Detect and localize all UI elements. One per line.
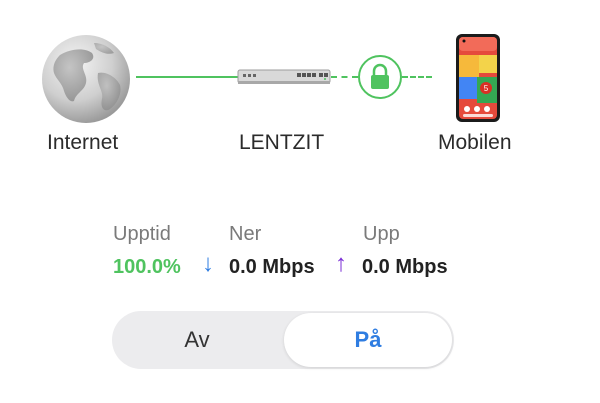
phone-badge-text: 5	[484, 84, 489, 93]
up-arrow-icon: ↑	[335, 250, 347, 277]
up-label: Upp	[363, 223, 400, 245]
internet-label: Internet	[47, 131, 119, 154]
power-toggle[interactable]: Av På	[112, 311, 454, 369]
lock-icon	[371, 63, 389, 89]
uptime-label: Upptid	[113, 223, 171, 245]
down-arrow-icon: ↓	[202, 250, 214, 277]
phone-device-icon: 5	[456, 34, 500, 122]
router-device-icon	[237, 69, 331, 84]
toggle-on-option[interactable]: På	[284, 313, 452, 367]
down-value: 0.0 Mbps	[229, 256, 315, 278]
internet-node[interactable]	[40, 33, 132, 125]
wifi-link-line-left	[331, 76, 358, 78]
client-label: Mobilen	[438, 131, 512, 154]
globe-icon	[42, 35, 130, 123]
up-value: 0.0 Mbps	[362, 256, 448, 278]
wifi-link-line-right	[402, 76, 432, 78]
secure-connection-badge[interactable]	[358, 55, 402, 99]
down-label: Ner	[229, 223, 262, 245]
uptime-value: 100.0%	[113, 256, 181, 278]
gateway-node[interactable]	[237, 68, 331, 86]
client-node[interactable]: 5	[455, 33, 501, 123]
toggle-off-option[interactable]: Av	[112, 311, 282, 369]
gateway-label: LENTZIT	[239, 131, 325, 154]
internet-link-line	[136, 76, 240, 78]
